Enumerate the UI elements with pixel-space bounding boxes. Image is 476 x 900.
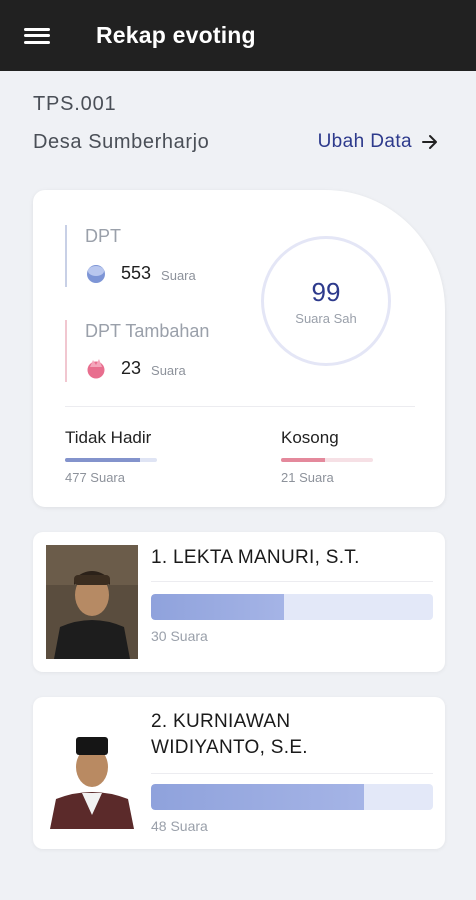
candidate-vote-bar-1: [151, 594, 433, 620]
tidak-hadir-bar: [65, 458, 157, 462]
kosong-stat: Kosong 21 Suara: [281, 428, 373, 485]
candidate-photo-2: [46, 715, 138, 829]
candidate-divider-2: [151, 773, 433, 774]
dpt-tambahan-label: DPT Tambahan: [85, 321, 210, 341]
kosong-bar: [281, 458, 373, 462]
kosong-value: 21 Suara: [281, 470, 334, 485]
edit-data-label: Ubah Data: [317, 131, 412, 152]
divider: [65, 406, 415, 407]
app-bar: Rekap evoting: [0, 0, 476, 71]
dpt-block: DPT 553 Suara: [65, 225, 196, 287]
summary-card: DPT 553 Suara DPT Tambahan 23 Suara 99 S…: [33, 190, 445, 507]
dpt-tambahan-unit: Suara: [151, 362, 186, 378]
kosong-label: Kosong: [281, 428, 339, 447]
dpt-tambahan-value: 23: [121, 357, 142, 378]
candidate-vote-fill-1: [151, 594, 284, 620]
dpt-label: DPT: [85, 226, 121, 246]
dpt-value: 553: [121, 262, 152, 283]
blue-blob-icon: [87, 265, 105, 283]
app-title: Rekap evoting: [96, 22, 256, 48]
candidate-votes-2: 48 Suara: [151, 818, 208, 834]
tidak-hadir-label: Tidak Hadir: [65, 428, 152, 447]
candidate-vote-fill-2: [151, 784, 364, 810]
suara-sah-value: 99: [311, 276, 341, 307]
candidate-card-2[interactable]: 2. KURNIAWAN WIDIYANTO, S.E. 48 Suara: [33, 697, 445, 849]
candidate-name-1: 1. LEKTA MANURI, S.T.: [151, 547, 360, 568]
candidate-votes-1: 30 Suara: [151, 628, 208, 644]
desa-label: Desa Sumberharjo: [33, 131, 210, 153]
candidate-name-2: 2. KURNIAWAN WIDIYANTO, S.E.: [151, 711, 308, 758]
candidate-photo-1: [46, 545, 138, 659]
pink-blob-icon: [87, 359, 105, 379]
candidate-vote-bar-2: [151, 784, 433, 810]
candidate-divider-1: [151, 581, 433, 582]
suara-sah-label: Suara Sah: [295, 310, 357, 326]
tidak-hadir-stat: Tidak Hadir 477 Suara: [65, 428, 157, 485]
hamburger-menu-icon[interactable]: [24, 26, 50, 46]
candidate-card-1[interactable]: 1. LEKTA MANURI, S.T. 30 Suara: [33, 532, 445, 672]
dpt-tambahan-block: DPT Tambahan 23 Suara: [65, 320, 209, 382]
suara-sah-circle: 99 Suara Sah: [261, 236, 391, 366]
tidak-hadir-value: 477 Suara: [65, 470, 125, 485]
dpt-unit: Suara: [161, 267, 196, 283]
tps-label: TPS.001: [33, 93, 117, 115]
edit-data-button[interactable]: Ubah Data: [318, 131, 440, 153]
arrow-right-icon: [422, 135, 437, 149]
